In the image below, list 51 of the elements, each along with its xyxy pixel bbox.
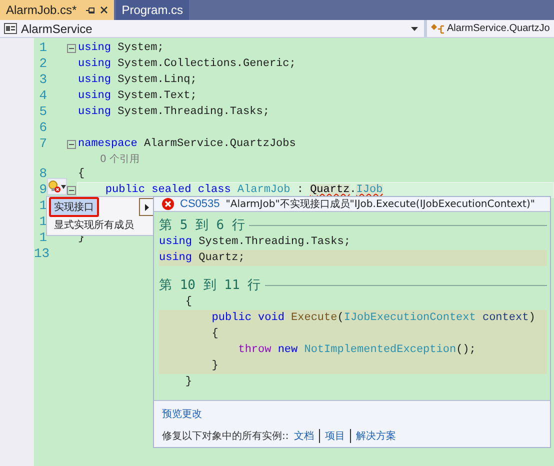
collapse-icon[interactable] [67, 186, 76, 194]
collapse-icon[interactable] [67, 140, 76, 148]
line-number: 6 [38, 120, 47, 136]
line-number: 1 [38, 198, 47, 214]
scope-dropdown[interactable]: AlarmService.QuartzJo [427, 20, 554, 37]
error-icon [162, 198, 174, 210]
line-number: 8 [38, 166, 47, 182]
code-line: using System.Linq; [77, 73, 197, 87]
line-number: 13 [34, 246, 47, 262]
collapse-icon[interactable] [67, 44, 76, 52]
line-range-heading: 第 10 到 11 行 [159, 277, 261, 294]
fix-all-label: 修复以下对象中的所有实例:: [162, 430, 289, 443]
lightbulb-error-icon [48, 180, 61, 193]
line-number: 4 [38, 88, 47, 104]
error-code-link[interactable]: CS0535 [180, 198, 220, 210]
menu-item[interactable]: 实现接口 [49, 197, 99, 217]
code-line: using System.Threading.Tasks; [77, 105, 270, 119]
reference-count[interactable]: 0 个引用 [100, 152, 140, 166]
file-tab[interactable]: AlarmJob.cs* [0, 0, 114, 20]
lightbulb-button[interactable] [47, 178, 67, 195]
line-number: 5 [38, 104, 47, 120]
line-number: 9 [38, 182, 47, 198]
line-number: 7 [38, 136, 47, 152]
code-line: using System.Collections.Generic; [77, 57, 296, 71]
preview-changes-link[interactable]: 预览更改 [162, 407, 542, 421]
line-number: 2 [38, 56, 47, 72]
preview-code-line: } [184, 375, 194, 390]
code-file-icon [4, 23, 17, 34]
caret-icon [411, 26, 418, 30]
pin-icon[interactable] [86, 6, 95, 14]
code-line: using System; [77, 41, 164, 55]
preview-code-line: { [184, 295, 194, 310]
line-number: 1 [38, 230, 47, 246]
close-icon[interactable] [100, 6, 108, 14]
scope-link[interactable]: 项目 [318, 429, 350, 443]
line-number: 1 [38, 214, 47, 230]
code-line: using System.Text; [77, 89, 197, 103]
class-icon [430, 22, 446, 34]
caret-icon [61, 184, 66, 188]
menu-item[interactable]: 显式实现所有成员 [49, 215, 139, 235]
file-tab[interactable]: Program.cs [116, 0, 190, 20]
line-range-heading: 第 5 到 6 行 [159, 217, 245, 234]
line-number: 1 [38, 40, 47, 56]
error-message: "AlarmJob"不实现接口成员"IJob.Execute(IJobExecutionContext)" [226, 198, 535, 211]
code-line: namespace AlarmService.QuartzJobs [77, 137, 296, 151]
code-line: { [77, 167, 85, 181]
scope-link[interactable]: 解决方案 [350, 429, 401, 443]
line-number: 3 [38, 72, 47, 88]
triangle-right-icon [145, 204, 149, 210]
preview-code-line: using System.Threading.Tasks; [159, 235, 352, 250]
scope-link[interactable]: 文档 [288, 429, 319, 443]
